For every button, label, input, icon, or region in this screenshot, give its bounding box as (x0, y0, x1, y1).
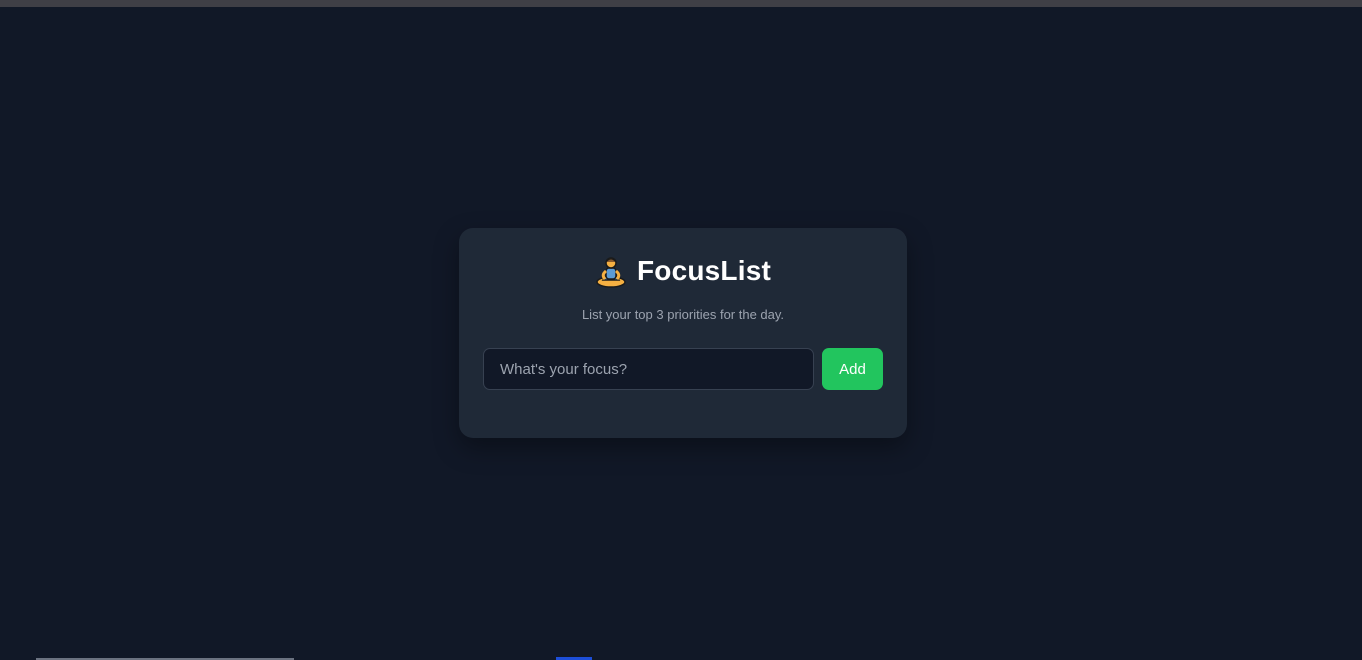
title-row: FocusList (459, 254, 907, 288)
app-title: FocusList (636, 255, 772, 286)
focus-input[interactable] (483, 348, 814, 390)
app-subtitle: List your top 3 priorities for the day. (581, 307, 785, 322)
add-button[interactable]: Add (822, 348, 883, 390)
meditating-person-icon (595, 254, 627, 288)
focus-card: FocusList List your top 3 priorities for… (459, 228, 907, 438)
browser-top-strip (0, 0, 1362, 7)
